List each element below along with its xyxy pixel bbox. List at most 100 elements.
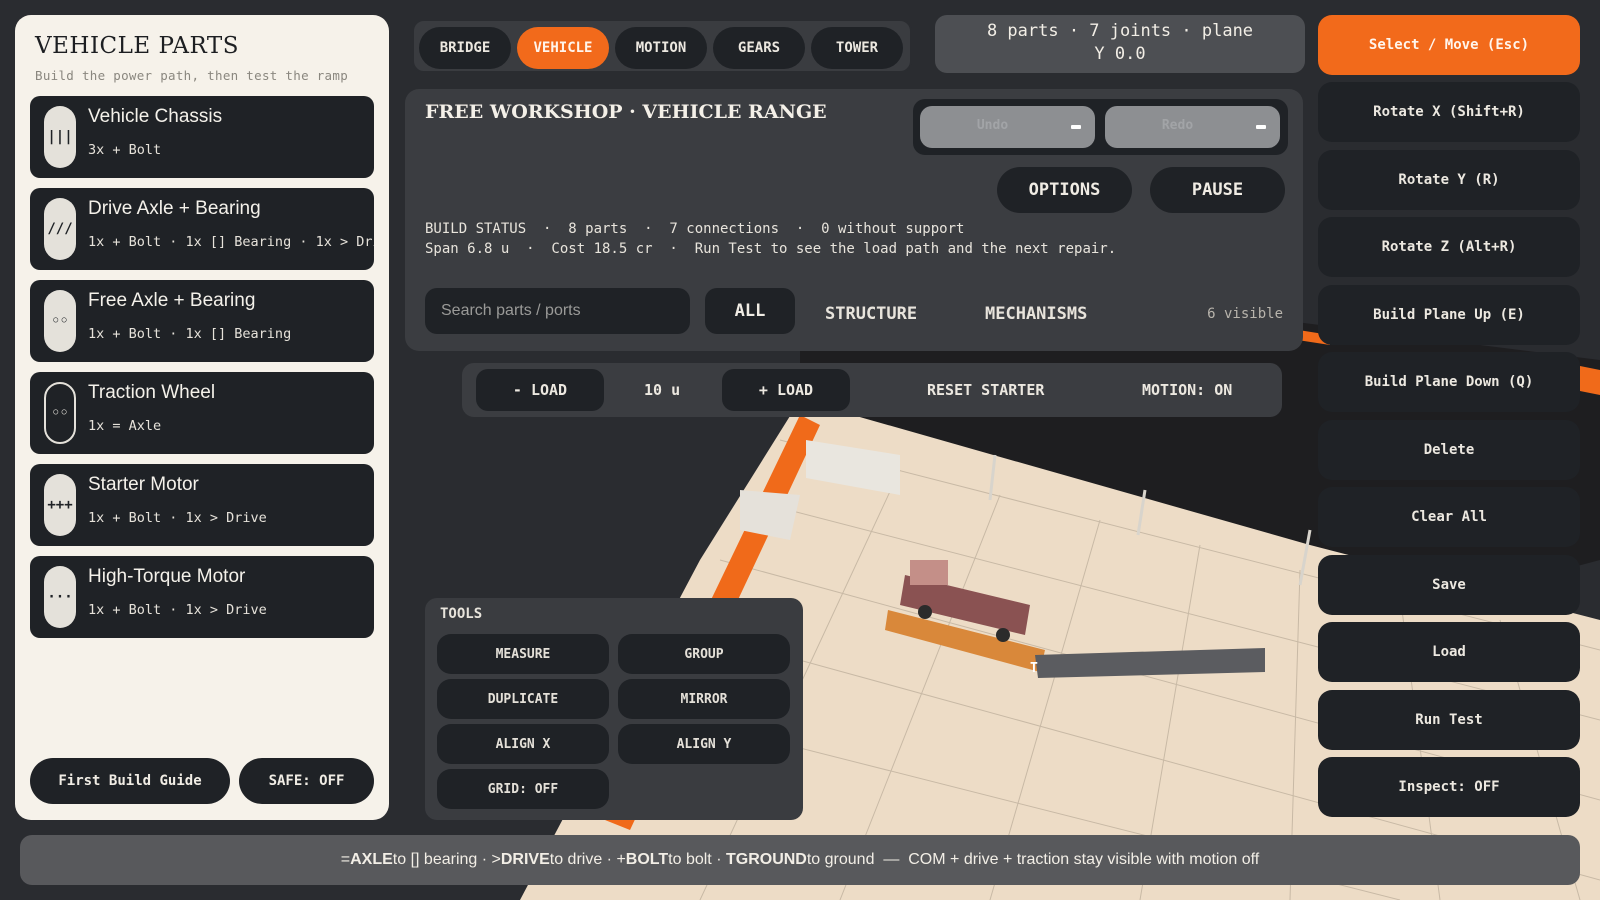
parts-panel: VEHICLE PARTS Build the power path, then… <box>15 15 389 820</box>
tools-title: TOOLS <box>440 606 483 622</box>
part-detail: 1x + Bolt · 1x [] Bearing <box>88 326 292 342</box>
ground-marker: T <box>1030 661 1038 676</box>
free-axle-icon: ◦◦ <box>44 290 76 352</box>
first-build-guide-button[interactable]: First Build Guide <box>30 758 230 804</box>
vehicle-cab <box>910 560 948 585</box>
tab-vehicle[interactable]: VEHICLE <box>517 27 609 69</box>
build-stats: 8 parts · 7 joints · plane Y 0.0 <box>935 15 1305 73</box>
mode-tabs: BRIDGE VEHICLE MOTION GEARS TOWER <box>412 19 912 73</box>
part-name: Free Axle + Bearing <box>88 290 256 311</box>
stats-line-2: Y 0.0 <box>1094 44 1146 64</box>
undo-label: Undo <box>976 118 1009 133</box>
bolt-text: to bolt <box>668 851 712 868</box>
drive-symbol: > <box>491 851 501 868</box>
starter-motor-icon: +++ <box>44 474 76 536</box>
part-card-free-axle[interactable]: ◦◦ Free Axle + Bearing 1x + Bolt · 1x []… <box>30 280 374 362</box>
decrease-load-button[interactable]: - LOAD <box>476 369 604 411</box>
drive-axle-icon: /// <box>44 198 76 260</box>
delete-button[interactable]: Delete <box>1318 420 1580 480</box>
wheel-icon: ◦◦ <box>44 382 76 444</box>
build-plane-up-button[interactable]: Build Plane Up (E) <box>1318 285 1580 345</box>
stats-line-1: 8 parts · 7 joints · plane <box>986 21 1254 41</box>
align-y-tool-button[interactable]: ALIGN Y <box>618 724 790 764</box>
ground-symbol: T <box>725 851 736 868</box>
search-input[interactable] <box>425 288 690 334</box>
ground-text: to ground <box>806 851 875 868</box>
inspect-toggle-button[interactable]: Inspect: OFF <box>1318 757 1580 817</box>
part-detail: 1x + Bolt · 1x [] Bearing · 1x > Drive <box>88 234 374 250</box>
part-name: High-Torque Motor <box>88 566 246 587</box>
grid-toggle-button[interactable]: GRID: OFF <box>437 769 609 809</box>
wheel-front <box>996 628 1010 642</box>
duplicate-tool-button[interactable]: DUPLICATE <box>437 679 609 719</box>
redo-label: Redo <box>1161 118 1194 133</box>
parts-panel-subtitle: Build the power path, then test the ramp <box>35 68 349 83</box>
build-status: BUILD STATUS · 8 parts · 7 connections ·… <box>425 219 1116 259</box>
motion-toggle-button[interactable]: MOTION: ON <box>1142 381 1232 399</box>
pause-button[interactable]: PAUSE <box>1150 167 1285 213</box>
tab-tower[interactable]: TOWER <box>811 27 903 69</box>
load-value: 10 u <box>644 381 681 399</box>
clear-all-button[interactable]: Clear All <box>1318 487 1580 547</box>
tab-motion[interactable]: MOTION <box>615 27 707 69</box>
part-card-drive-axle[interactable]: /// Drive Axle + Bearing 1x + Bolt · 1x … <box>30 188 374 270</box>
part-card-traction-wheel[interactable]: ◦◦ Traction Wheel 1x = Axle <box>30 372 374 454</box>
part-name: Drive Axle + Bearing <box>88 198 261 219</box>
minus-icon <box>1256 125 1266 129</box>
rotate-z-button[interactable]: Rotate Z (Alt+R) <box>1318 217 1580 277</box>
part-name: Traction Wheel <box>88 382 216 403</box>
part-card-vehicle-chassis[interactable]: ||| Vehicle Chassis 3x + Bolt <box>30 96 374 178</box>
part-detail: 1x + Bolt · 1x > Drive <box>88 602 267 618</box>
filter-all-button[interactable]: ALL <box>705 288 795 334</box>
undo-button[interactable]: Undo <box>920 106 1095 148</box>
build-status-line-1: BUILD STATUS · 8 parts · 7 connections ·… <box>425 221 965 237</box>
undo-redo-group: Undo Redo <box>913 99 1288 155</box>
torque-motor-icon: ··· <box>44 566 76 628</box>
run-test-button[interactable]: Run Test <box>1318 690 1580 750</box>
tools-panel: TOOLS MEASURE GROUP DUPLICATE MIRROR ALI… <box>425 598 803 820</box>
redo-button[interactable]: Redo <box>1105 106 1280 148</box>
group-tool-button[interactable]: GROUP <box>618 634 790 674</box>
bolt-symbol: + <box>616 851 626 868</box>
bolt-key: BOLT <box>625 851 669 868</box>
workshop-panel: FREE WORKSHOP · VEHICLE RANGE Undo Redo … <box>405 89 1303 351</box>
filter-structure-button[interactable]: STRUCTURE <box>825 304 917 324</box>
safe-toggle-button[interactable]: SAFE: OFF <box>239 758 374 804</box>
legend-note: COM + drive + traction stay visible with… <box>908 851 1260 868</box>
chassis-icon: ||| <box>44 106 76 168</box>
select-move-button[interactable]: Select / Move (Esc) <box>1318 15 1580 75</box>
increase-load-button[interactable]: + LOAD <box>722 369 850 411</box>
tab-gears[interactable]: GEARS <box>713 27 805 69</box>
axle-text: to [] bearing <box>392 851 478 868</box>
part-detail: 1x = Axle <box>88 418 162 434</box>
part-detail: 3x + Bolt <box>88 142 162 158</box>
build-plane-down-button[interactable]: Build Plane Down (Q) <box>1318 352 1580 412</box>
part-card-starter-motor[interactable]: +++ Starter Motor 1x + Bolt · 1x > Drive <box>30 464 374 546</box>
part-detail: 1x + Bolt · 1x > Drive <box>88 510 267 526</box>
part-card-high-torque-motor[interactable]: ··· High-Torque Motor 1x + Bolt · 1x > D… <box>30 556 374 638</box>
parts-panel-title: VEHICLE PARTS <box>35 33 239 59</box>
options-button[interactable]: OPTIONS <box>997 167 1132 213</box>
drive-key: DRIVE <box>500 851 550 868</box>
load-controls: - LOAD 10 u + LOAD RESET STARTER MOTION:… <box>462 363 1282 417</box>
align-x-tool-button[interactable]: ALIGN X <box>437 724 609 764</box>
rotate-x-button[interactable]: Rotate X (Shift+R) <box>1318 82 1580 142</box>
mirror-tool-button[interactable]: MIRROR <box>618 679 790 719</box>
filter-mechanisms-button[interactable]: MECHANISMS <box>985 304 1087 324</box>
drive-text: to drive <box>549 851 603 868</box>
reset-starter-button[interactable]: RESET STARTER <box>927 381 1044 399</box>
build-status-line-2: Span 6.8 u · Cost 18.5 cr · Run Test to … <box>425 241 1117 257</box>
visible-count: 6 visible <box>1207 306 1283 322</box>
connection-legend: = AXLE to [] bearing · > DRIVE to drive … <box>20 835 1580 885</box>
workshop-title: FREE WORKSHOP · VEHICLE RANGE <box>425 101 827 123</box>
part-name: Starter Motor <box>88 474 199 495</box>
ground-key: GROUND <box>735 851 807 868</box>
save-button[interactable]: Save <box>1318 555 1580 615</box>
minus-icon <box>1071 125 1081 129</box>
part-name: Vehicle Chassis <box>88 106 223 127</box>
axle-key: AXLE <box>350 851 393 868</box>
measure-tool-button[interactable]: MEASURE <box>437 634 609 674</box>
tab-bridge[interactable]: BRIDGE <box>419 27 511 69</box>
rotate-y-button[interactable]: Rotate Y (R) <box>1318 150 1580 210</box>
load-button[interactable]: Load <box>1318 622 1580 682</box>
